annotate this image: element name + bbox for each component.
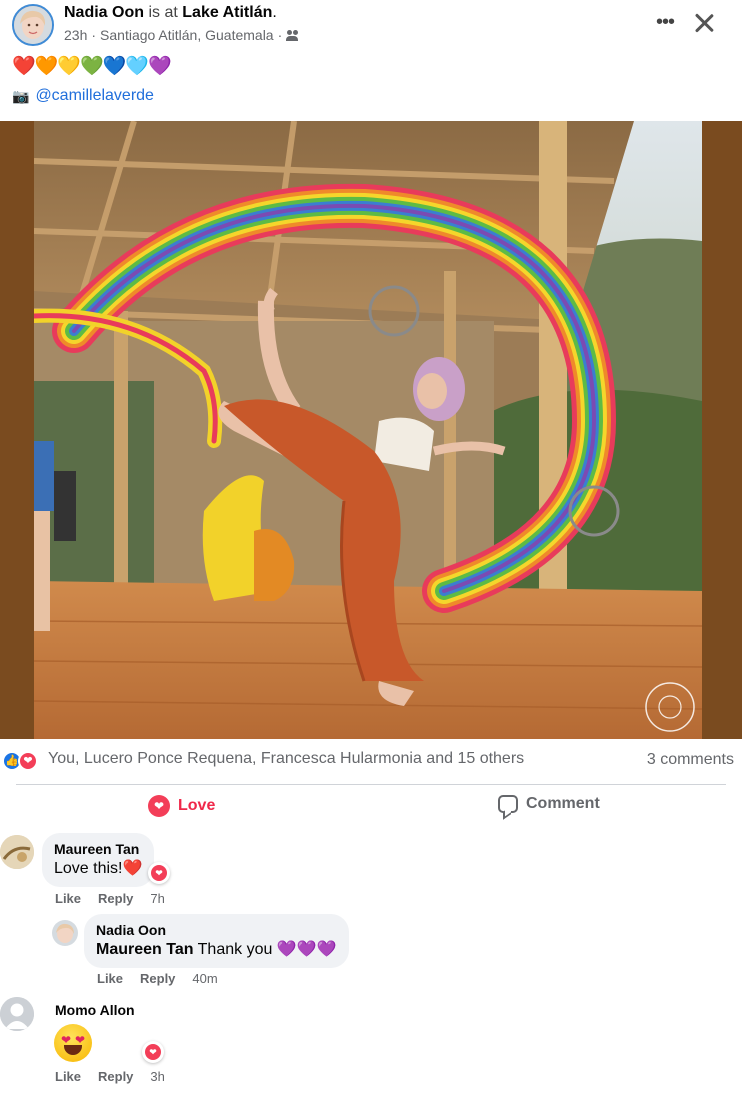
comment-bubble: Maureen Tan Love this!❤️ (42, 833, 155, 887)
reply-avatar[interactable] (52, 920, 78, 946)
love-reaction-icon: ❤ (18, 751, 38, 771)
comment-time[interactable]: 7h (150, 891, 164, 906)
comment-text: Love this!❤️ (54, 860, 143, 877)
comment-author[interactable]: Maureen Tan (54, 841, 142, 858)
comment-like-button[interactable]: Like (55, 1069, 81, 1084)
close-icon[interactable] (690, 9, 718, 37)
reaction-summary[interactable]: You, Lucero Ponce Requena, Francesca Hul… (48, 750, 524, 768)
comment-time[interactable]: 3h (150, 1069, 164, 1084)
meta-dot: · (91, 27, 97, 43)
reply-author[interactable]: Nadia Oon (96, 922, 337, 939)
post-emoji-text: ❤️🧡💛💚💙🩵💜 (12, 56, 172, 77)
comments-count[interactable]: 3 comments (647, 751, 734, 769)
post-author-line: Nadia Oon is at Lake Atitlán. (64, 3, 277, 23)
comment-like-button[interactable]: Like (55, 891, 81, 906)
comment-reaction-icon[interactable]: ❤ (148, 862, 170, 884)
default-avatar-icon[interactable] (0, 997, 34, 1031)
reply-reply-button[interactable]: Reply (140, 971, 175, 986)
love-button[interactable]: ❤ Love (148, 795, 215, 817)
friends-icon[interactable] (286, 29, 300, 41)
is-at-text: is at (148, 4, 178, 21)
heart-eyes-emoji: ❤ ❤ (54, 1024, 92, 1062)
comment-reply-button[interactable]: Reply (98, 1069, 133, 1084)
reply-mention[interactable]: Maureen Tan (96, 941, 194, 958)
photo-frame (0, 121, 742, 739)
comment-actions: Like Reply 3h (55, 1069, 165, 1084)
post-photo[interactable] (34, 121, 702, 739)
reply-message: Thank you 💜💜💜 (193, 941, 337, 958)
meta-dot-2: · (277, 27, 283, 43)
post-meta: 23h · Santiago Atitlán, Guatemala · (64, 27, 300, 43)
comment-author[interactable]: Momo Allon (55, 1002, 135, 1019)
photo-credit: 📷 @camillelaverde (12, 86, 154, 106)
period: . (272, 4, 277, 21)
author-name[interactable]: Nadia Oon (64, 4, 144, 21)
author-avatar[interactable] (12, 4, 54, 46)
love-icon: ❤ (148, 795, 170, 817)
comment-button[interactable]: Comment (498, 795, 600, 813)
reply-text: Maureen Tan Thank you 💜💜💜 (96, 939, 337, 960)
reaction-icons[interactable]: 👍 ❤ (2, 751, 42, 771)
comment-reaction-icon[interactable]: ❤ (142, 1041, 164, 1063)
post-location[interactable]: Santiago Atitlán, Guatemala (100, 27, 274, 43)
divider (16, 784, 726, 785)
more-options-button[interactable]: ••• (652, 10, 678, 36)
place-name[interactable]: Lake Atitlán (182, 4, 272, 21)
camera-icon: 📷 (12, 88, 30, 104)
reply-time[interactable]: 40m (192, 971, 217, 986)
comment-icon (498, 795, 518, 813)
comment-reply-button[interactable]: Reply (98, 891, 133, 906)
commenter-avatar[interactable] (0, 835, 34, 869)
reply-actions: Like Reply 40m (97, 971, 218, 986)
post-time[interactable]: 23h (64, 27, 87, 43)
love-button-label: Love (178, 797, 216, 814)
credit-link[interactable]: @camillelaverde (35, 86, 154, 106)
reply-bubble: Nadia Oon Maureen Tan Thank you 💜💜💜 (84, 914, 349, 968)
comment-button-label: Comment (526, 795, 600, 812)
reply-like-button[interactable]: Like (97, 971, 123, 986)
post-header: Nadia Oon is at Lake Atitlán. 23h · Sant… (0, 0, 742, 58)
comment-actions: Like Reply 7h (55, 891, 165, 906)
